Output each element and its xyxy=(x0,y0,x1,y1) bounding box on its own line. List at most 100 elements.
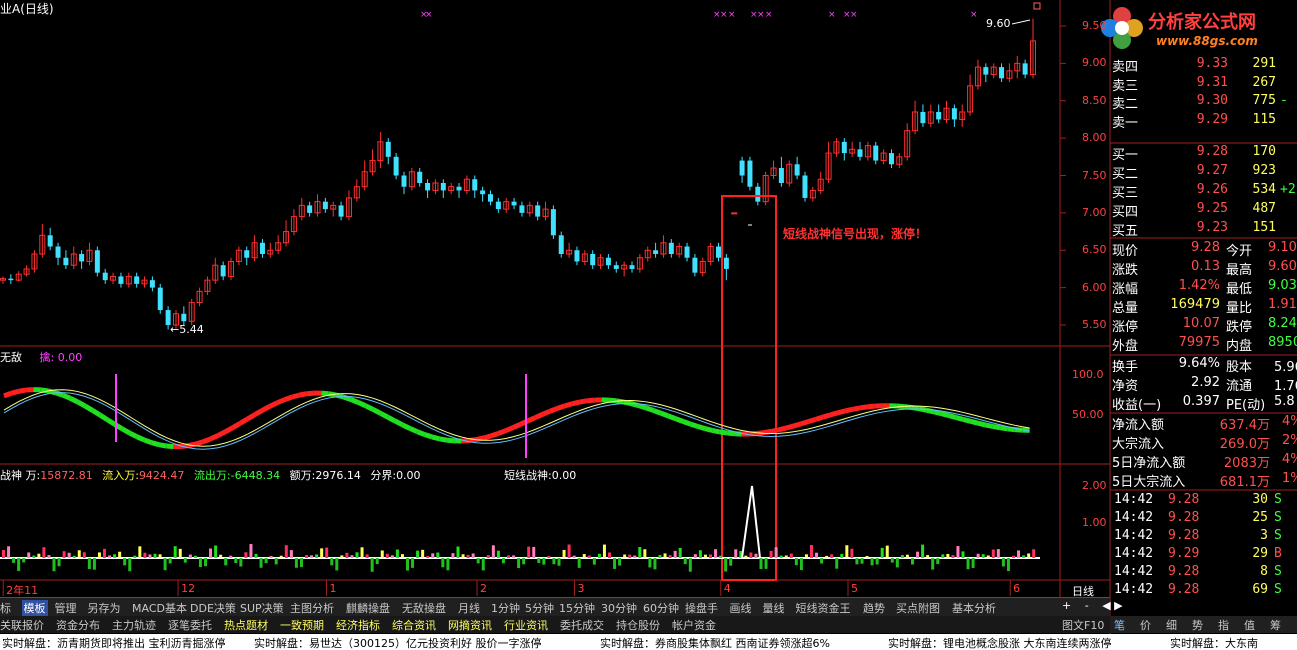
side-tab-6[interactable]: 筹 xyxy=(1270,617,1281,633)
tab-9[interactable]: 无敌操盘 xyxy=(402,600,446,616)
tab-8[interactable]: 麒麟操盘 xyxy=(346,600,390,616)
quote-value-2: 9.60 xyxy=(1268,259,1297,274)
indicator2-bar xyxy=(12,558,16,563)
indicator2-bar xyxy=(996,549,1000,558)
quote-label-2: 今开 xyxy=(1226,244,1253,259)
bid-row: 买一 9.28 170 xyxy=(1112,144,1297,163)
indicator2-bar xyxy=(931,558,935,570)
candle-body xyxy=(739,160,745,176)
indicator2-bar xyxy=(517,558,521,569)
tab2-9[interactable]: 行业资讯 xyxy=(504,617,548,633)
fund-row: 净资 2.92 流通 1.76亿 xyxy=(1112,375,1297,394)
news-ticker[interactable]: 实时解盘：沥青期货即将推出 宝利沥青掘涨停 实时解盘：易世达（300125）亿元投… xyxy=(0,634,1297,650)
ticker-item: 实时解盘：易世达（300125）亿元投资利好 股价一字涨停 xyxy=(254,637,542,650)
ladder-segment xyxy=(490,431,500,439)
ladder-segment xyxy=(667,413,677,421)
indicator2-bar xyxy=(870,558,874,566)
tab-4[interactable]: MACD基本 xyxy=(132,600,187,616)
side-tab-2[interactable]: 细 xyxy=(1166,617,1177,633)
tab-12[interactable]: 5分钟 xyxy=(525,600,554,616)
tab-5[interactable]: DDE决策 xyxy=(190,600,236,616)
side-tab-4[interactable]: 指 xyxy=(1218,617,1229,633)
indicator2-bar xyxy=(592,558,596,565)
tab-19[interactable]: 短线资金王 xyxy=(796,600,851,616)
indicator2-item-4-value: 0.00 xyxy=(396,469,421,482)
tab-17[interactable]: 画线 xyxy=(730,600,752,616)
tab-10[interactable]: 月线 xyxy=(458,600,480,616)
tab2-8[interactable]: 网摘资讯 xyxy=(448,617,492,633)
indicator2-item-3-label: 额万: xyxy=(289,469,316,482)
tab2-6[interactable]: 经济指标 xyxy=(336,617,380,633)
candle-body xyxy=(456,186,462,191)
tab-22[interactable]: 基本分析 xyxy=(952,600,996,616)
tab-7[interactable]: 主图分析 xyxy=(290,600,334,616)
indicator1-header: 无敌 擒: 0.00 xyxy=(0,349,82,365)
candle-body xyxy=(692,257,698,273)
tab2-10[interactable]: 委托成交 xyxy=(560,617,604,633)
indicator2-bar xyxy=(855,558,859,565)
tab-2[interactable]: 管理 xyxy=(55,600,77,616)
tab2-4[interactable]: 热点题材 xyxy=(224,617,268,633)
side-tab-1[interactable]: 价 xyxy=(1140,617,1151,633)
tab-20[interactable]: 趋势 xyxy=(863,600,885,616)
tab-3[interactable]: 另存为 xyxy=(88,600,121,616)
candle-body xyxy=(605,257,611,266)
indicator2-bar xyxy=(87,558,91,570)
ladder-segment xyxy=(379,410,389,420)
indicator2-bar xyxy=(542,558,546,565)
side-tab-0[interactable]: 笔 xyxy=(1114,617,1125,633)
logo-url: www.88gs.com xyxy=(1156,34,1258,48)
tab2-7[interactable]: 综合资讯 xyxy=(392,617,436,633)
candle-body xyxy=(102,272,108,281)
zoom-out-button[interactable]: - xyxy=(1085,599,1089,612)
indicator2-bar xyxy=(567,544,571,558)
ladder-segment xyxy=(977,420,986,428)
tab-0[interactable]: 标 xyxy=(0,600,11,616)
indicator1-label: 无敌 xyxy=(0,351,22,364)
ladder-segment xyxy=(238,416,249,426)
quote-value-2: 8.24 xyxy=(1268,316,1297,331)
tab2-2[interactable]: 主力轨迹 xyxy=(112,617,156,633)
fund-label: 收益(一) xyxy=(1112,398,1162,413)
ask-price: 9.33 xyxy=(1196,56,1228,71)
next-button[interactable]: ▶ xyxy=(1114,599,1122,612)
tab2-5[interactable]: 一致预期 xyxy=(280,617,324,633)
tab-18[interactable]: 量线 xyxy=(763,600,785,616)
indicator2-bar xyxy=(168,558,172,564)
tick-side: S xyxy=(1274,492,1282,507)
indicator2-bar xyxy=(47,555,51,558)
tab2-0[interactable]: 关联报价 xyxy=(0,617,44,633)
f10-button[interactable]: 图文F10 xyxy=(1062,617,1104,633)
prev-button[interactable]: ◀ xyxy=(1102,599,1110,612)
candle-body xyxy=(802,175,808,198)
ladder-segment xyxy=(268,400,279,409)
quote-value: 10.07 xyxy=(1182,316,1220,331)
zoom-in-button[interactable]: + xyxy=(1062,599,1071,612)
indicator2-bar xyxy=(744,555,748,558)
side-tab-5[interactable]: 值 xyxy=(1244,617,1255,633)
tab-6[interactable]: SUP决策 xyxy=(240,600,284,616)
indicator2-bar xyxy=(658,555,662,558)
tab2-12[interactable]: 帐户资金 xyxy=(672,617,716,633)
indicator2-bar xyxy=(865,555,869,558)
tab-15[interactable]: 60分钟 xyxy=(643,600,679,616)
tab2-3[interactable]: 逐笔委托 xyxy=(168,617,212,633)
tab2-11[interactable]: 持仓股份 xyxy=(616,617,660,633)
tab-11[interactable]: 1分钟 xyxy=(491,600,520,616)
side-tab-3[interactable]: 势 xyxy=(1192,617,1203,633)
tick-time: 14:42 xyxy=(1114,510,1154,525)
indicator2-bar xyxy=(153,553,157,558)
ask-price: 9.31 xyxy=(1196,74,1228,90)
tab-13[interactable]: 15分钟 xyxy=(559,600,595,616)
tab-1[interactable]: 模板 xyxy=(21,600,48,616)
tab2-1[interactable]: 资金分布 xyxy=(56,617,100,633)
indicator2-bar xyxy=(486,555,490,558)
indicator2-bar xyxy=(108,555,112,558)
tab-16[interactable]: 操盘手 xyxy=(685,600,718,616)
candle-body xyxy=(653,250,659,254)
candle-body xyxy=(322,201,328,210)
indicator2-bar xyxy=(608,552,611,558)
tab-21[interactable]: 买点附图 xyxy=(896,600,940,616)
indicator2-bar xyxy=(355,552,359,558)
tab-14[interactable]: 30分钟 xyxy=(601,600,637,616)
